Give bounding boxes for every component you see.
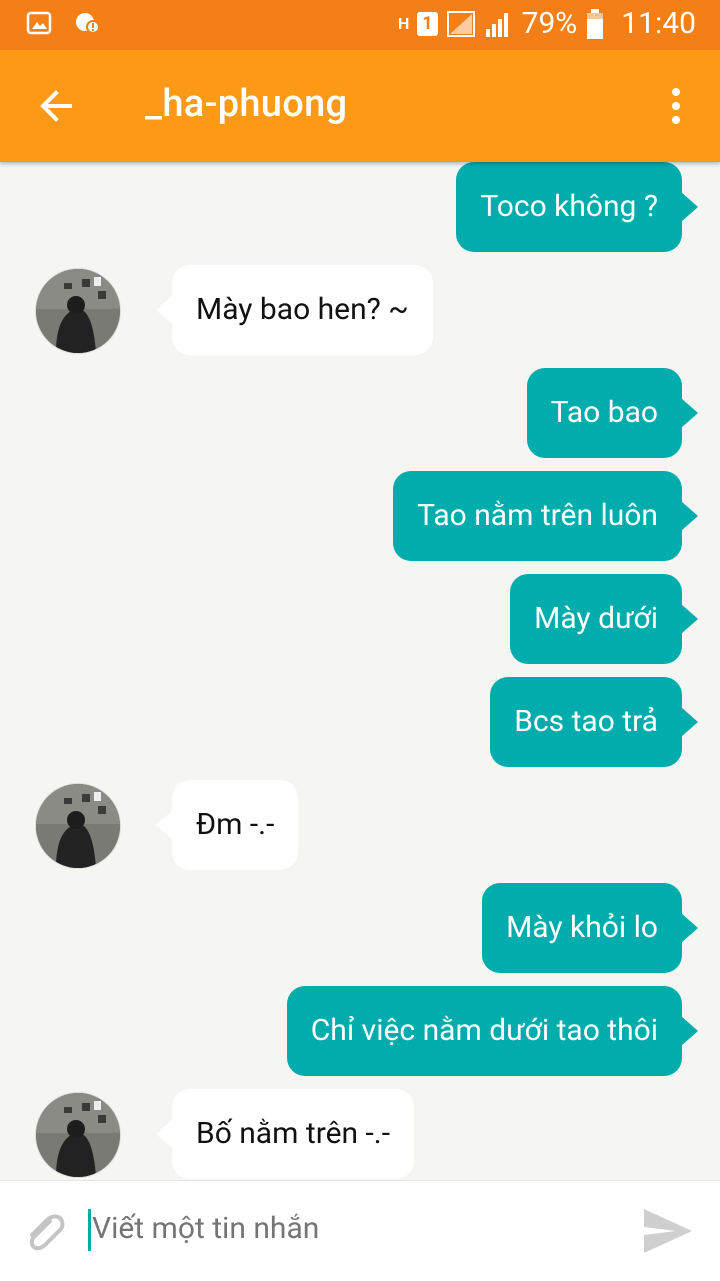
battery-percent: 79%: [521, 6, 578, 41]
received-message-bubble[interactable]: Đm -.-: [155, 780, 299, 870]
gallery-notification-icon: [26, 11, 52, 35]
received-message-bubble[interactable]: Bố nằm trên -.-: [156, 1089, 414, 1179]
sent-message-bubble[interactable]: Bcs tao trả: [490, 677, 698, 767]
back-arrow-icon[interactable]: [30, 80, 82, 132]
cell-signal-icon: [485, 12, 508, 37]
app-bar: _ha-phuong: [0, 50, 720, 162]
sent-message-bubble[interactable]: Chỉ việc nằm dưới tao thôi: [286, 986, 699, 1076]
status-bar: H 1 79% 11:40: [0, 0, 720, 50]
more-options-icon[interactable]: [666, 86, 686, 126]
sent-message-bubble[interactable]: Mày khỏi lo: [482, 883, 698, 973]
contact-avatar[interactable]: [35, 1092, 121, 1178]
send-icon[interactable]: [640, 1203, 696, 1259]
sent-message-bubble[interactable]: Mày dưới: [510, 574, 698, 664]
message-list[interactable]: Toco không ? Mày bao hen? ~ Tao bao Tao …: [0, 162, 720, 1180]
sent-message-bubble[interactable]: Tao bao: [526, 368, 699, 458]
message-composer: [0, 1180, 720, 1281]
clock: 11:40: [621, 6, 696, 41]
sent-message-bubble[interactable]: Toco không ?: [456, 162, 698, 252]
messenger-notification-icon: [76, 13, 100, 34]
contact-avatar[interactable]: [35, 268, 121, 354]
received-message-bubble[interactable]: Mày bao hen? ~: [156, 265, 433, 355]
battery-icon: [587, 8, 604, 39]
conversation-title: _ha-phuong: [145, 82, 348, 126]
sent-message-bubble[interactable]: Tao nằm trên luôn: [393, 471, 698, 561]
attachment-icon[interactable]: [20, 1207, 70, 1257]
signal-icon: [446, 10, 475, 37]
message-input[interactable]: [88, 1201, 622, 1257]
sim-indicator: 1: [417, 11, 438, 36]
network-type-indicator: H: [397, 13, 410, 33]
contact-avatar[interactable]: [35, 783, 121, 869]
